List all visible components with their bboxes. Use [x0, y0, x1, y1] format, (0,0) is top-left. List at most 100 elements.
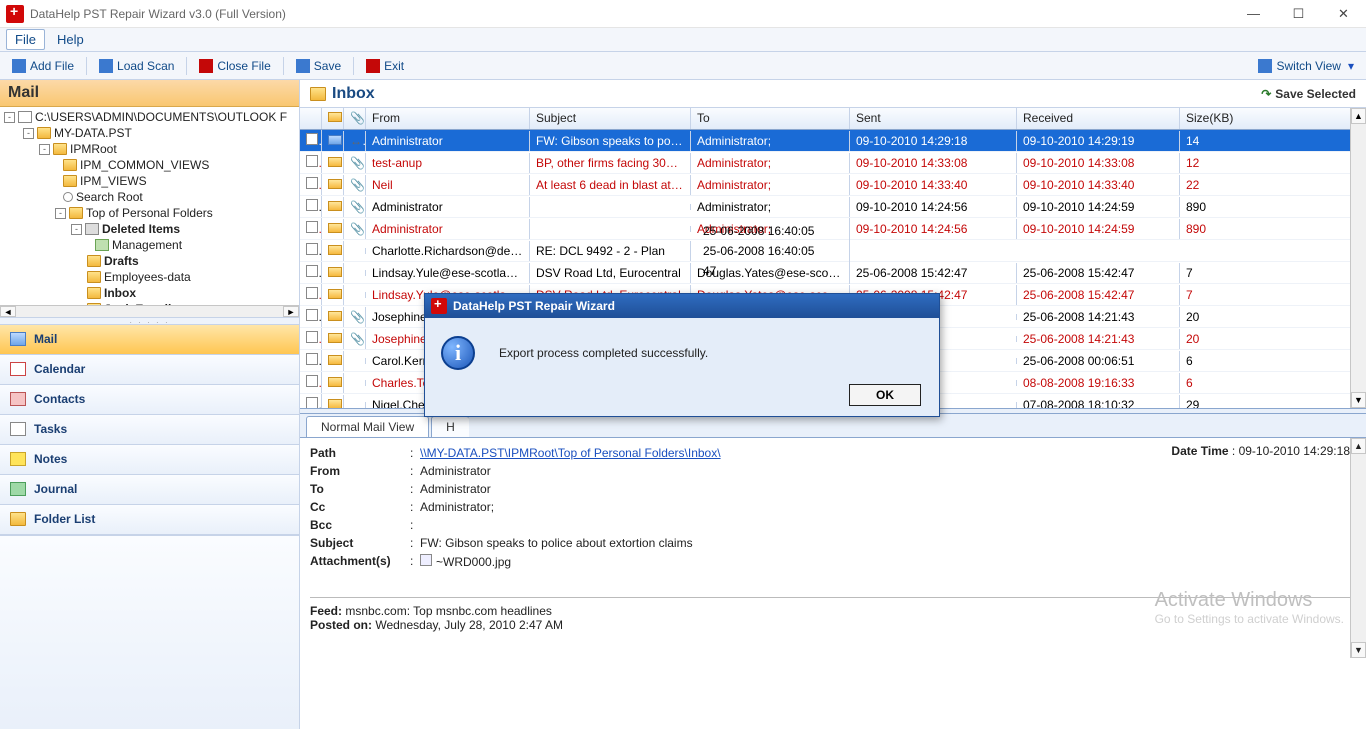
- col-size[interactable]: Size(KB): [1180, 108, 1335, 129]
- row-checkbox[interactable]: [306, 265, 318, 277]
- tree-pst[interactable]: -MY-DATA.PST: [4, 125, 299, 141]
- tree-ipm-views[interactable]: IPM_VIEWS: [4, 173, 299, 189]
- maximize-button[interactable]: ☐: [1276, 0, 1321, 28]
- menu-help[interactable]: Help: [49, 30, 92, 49]
- database-icon: [18, 111, 32, 123]
- nav-tasks[interactable]: Tasks: [0, 415, 299, 445]
- menu-file[interactable]: File: [6, 29, 45, 50]
- col-attachment[interactable]: 📎: [344, 108, 366, 129]
- search-icon: [63, 192, 73, 202]
- exit-label: Exit: [384, 59, 404, 73]
- row-checkbox[interactable]: [306, 353, 318, 365]
- mail-row[interactable]: Charlotte.Richardson@dexio...RE: DCL 949…: [300, 240, 1366, 262]
- folder-tree[interactable]: -C:\USERS\ADMIN\DOCUMENTS\OUTLOOK F -MY-…: [0, 107, 299, 305]
- nav-folder-list[interactable]: Folder List: [0, 505, 299, 535]
- save-selected-button[interactable]: ↷ Save Selected: [1261, 87, 1356, 101]
- scroll-up-button[interactable]: ▲: [1351, 108, 1366, 124]
- tree-deleted-items[interactable]: -Deleted Items: [4, 221, 299, 237]
- nav-calendar[interactable]: Calendar: [0, 355, 299, 385]
- tree-employees[interactable]: Employees-data: [4, 269, 299, 285]
- close-file-button[interactable]: Close File: [193, 57, 276, 75]
- row-checkbox[interactable]: [306, 199, 318, 211]
- tree-ipm-common[interactable]: IPM_COMMON_VIEWS: [4, 157, 299, 173]
- scroll-up-button[interactable]: ▲: [1351, 438, 1366, 454]
- row-checkbox[interactable]: [306, 309, 318, 321]
- detail-path-label: Path: [310, 446, 410, 460]
- row-checkbox[interactable]: [306, 221, 318, 233]
- collapse-icon[interactable]: -: [39, 144, 50, 155]
- tree-horizontal-scrollbar[interactable]: ◄ ►: [0, 305, 299, 317]
- collapse-icon[interactable]: -: [23, 128, 34, 139]
- mail-row[interactable]: Lindsay.Yule@ese-scotland.c...DSV Road L…: [300, 262, 1366, 284]
- tab-normal-mail-view[interactable]: Normal Mail View: [306, 416, 429, 437]
- cell-received: 09-10-2010 14:33:40: [1017, 175, 1180, 195]
- scroll-track[interactable]: [1351, 124, 1366, 392]
- resize-grip[interactable]: · · · · ·: [0, 317, 299, 325]
- switch-view-button[interactable]: Switch View▾: [1252, 57, 1360, 75]
- cell-size: 12: [1180, 153, 1335, 173]
- row-checkbox[interactable]: [306, 397, 318, 408]
- scroll-right-button[interactable]: ►: [283, 306, 299, 317]
- col-from[interactable]: From: [366, 108, 530, 129]
- load-scan-button[interactable]: Load Scan: [93, 57, 180, 75]
- col-subject[interactable]: Subject: [530, 108, 691, 129]
- save-button[interactable]: Save: [290, 57, 347, 75]
- row-checkbox[interactable]: [306, 177, 318, 189]
- col-envelope[interactable]: [322, 108, 344, 129]
- row-checkbox[interactable]: [306, 287, 318, 299]
- tree-search-root[interactable]: Search Root: [4, 189, 299, 205]
- tree-top-personal[interactable]: -Top of Personal Folders: [4, 205, 299, 221]
- minimize-button[interactable]: —: [1231, 0, 1276, 28]
- image-file-icon: [420, 554, 432, 566]
- scroll-track[interactable]: [16, 306, 283, 317]
- mail-detail: Date Time : 09-10-2010 14:29:18 Path:\\M…: [300, 438, 1366, 658]
- envelope-icon: [328, 223, 342, 233]
- close-button[interactable]: ✕: [1321, 0, 1366, 28]
- row-checkbox[interactable]: [306, 133, 318, 145]
- envelope-icon: [328, 377, 342, 387]
- nav-journal[interactable]: Journal: [0, 475, 299, 505]
- row-checkbox[interactable]: [306, 375, 318, 387]
- add-file-button[interactable]: Add File: [6, 57, 80, 75]
- mail-row[interactable]: 📎AdministratorAdministrator;09-10-2010 1…: [300, 196, 1366, 218]
- col-received[interactable]: Received: [1017, 108, 1180, 129]
- table-vertical-scrollbar[interactable]: ▲ ▼: [1350, 108, 1366, 408]
- collapse-icon[interactable]: -: [55, 208, 66, 219]
- detail-vertical-scrollbar[interactable]: ▲ ▼: [1350, 438, 1366, 658]
- nav-notes[interactable]: Notes: [0, 445, 299, 475]
- col-checkbox[interactable]: [300, 108, 322, 129]
- folder-icon: [63, 159, 77, 171]
- cell-size: 29: [1180, 395, 1335, 409]
- row-checkbox[interactable]: [306, 243, 318, 255]
- tree-root[interactable]: -C:\USERS\ADMIN\DOCUMENTS\OUTLOOK F: [4, 109, 299, 125]
- ok-button[interactable]: OK: [849, 384, 921, 406]
- scroll-left-button[interactable]: ◄: [0, 306, 16, 317]
- window-title: DataHelp PST Repair Wizard v3.0 (Full Ve…: [30, 7, 286, 21]
- dialog-title-bar[interactable]: DataHelp PST Repair Wizard: [425, 294, 939, 318]
- scroll-track[interactable]: [1351, 454, 1366, 642]
- mail-row[interactable]: 📎NeilAt least 6 dead in blast at Ch...Ad…: [300, 174, 1366, 196]
- tree-drafts[interactable]: Drafts: [4, 253, 299, 269]
- envelope-icon: [328, 355, 342, 365]
- tab-hidden[interactable]: H: [431, 416, 469, 437]
- tree-inbox[interactable]: Inbox: [4, 285, 299, 301]
- row-checkbox[interactable]: [306, 155, 318, 167]
- nav-mail[interactable]: Mail: [0, 325, 299, 355]
- close-file-label: Close File: [217, 59, 270, 73]
- scroll-down-button[interactable]: ▼: [1351, 642, 1366, 658]
- mail-row[interactable]: ↔AdministratorFW: Gibson speaks to polic…: [300, 130, 1366, 152]
- mail-row[interactable]: 📎test-anupBP, other firms facing 300 la.…: [300, 152, 1366, 174]
- tree-management-sub[interactable]: Management: [4, 237, 299, 253]
- tree-ipmroot[interactable]: -IPMRoot: [4, 141, 299, 157]
- scroll-down-button[interactable]: ▼: [1351, 392, 1366, 408]
- col-to[interactable]: To: [691, 108, 850, 129]
- cell-received: 08-08-2008 19:16:33: [1017, 373, 1180, 393]
- collapse-icon[interactable]: -: [4, 112, 15, 123]
- detail-path-link[interactable]: \\MY-DATA.PST\IPMRoot\Top of Personal Fo…: [420, 446, 721, 460]
- col-sent[interactable]: Sent: [850, 108, 1017, 129]
- row-checkbox[interactable]: [306, 331, 318, 343]
- collapse-icon[interactable]: -: [71, 224, 82, 235]
- nav-contacts[interactable]: Contacts: [0, 385, 299, 415]
- exit-button[interactable]: Exit: [360, 57, 410, 75]
- cell-size: 890: [1180, 219, 1335, 239]
